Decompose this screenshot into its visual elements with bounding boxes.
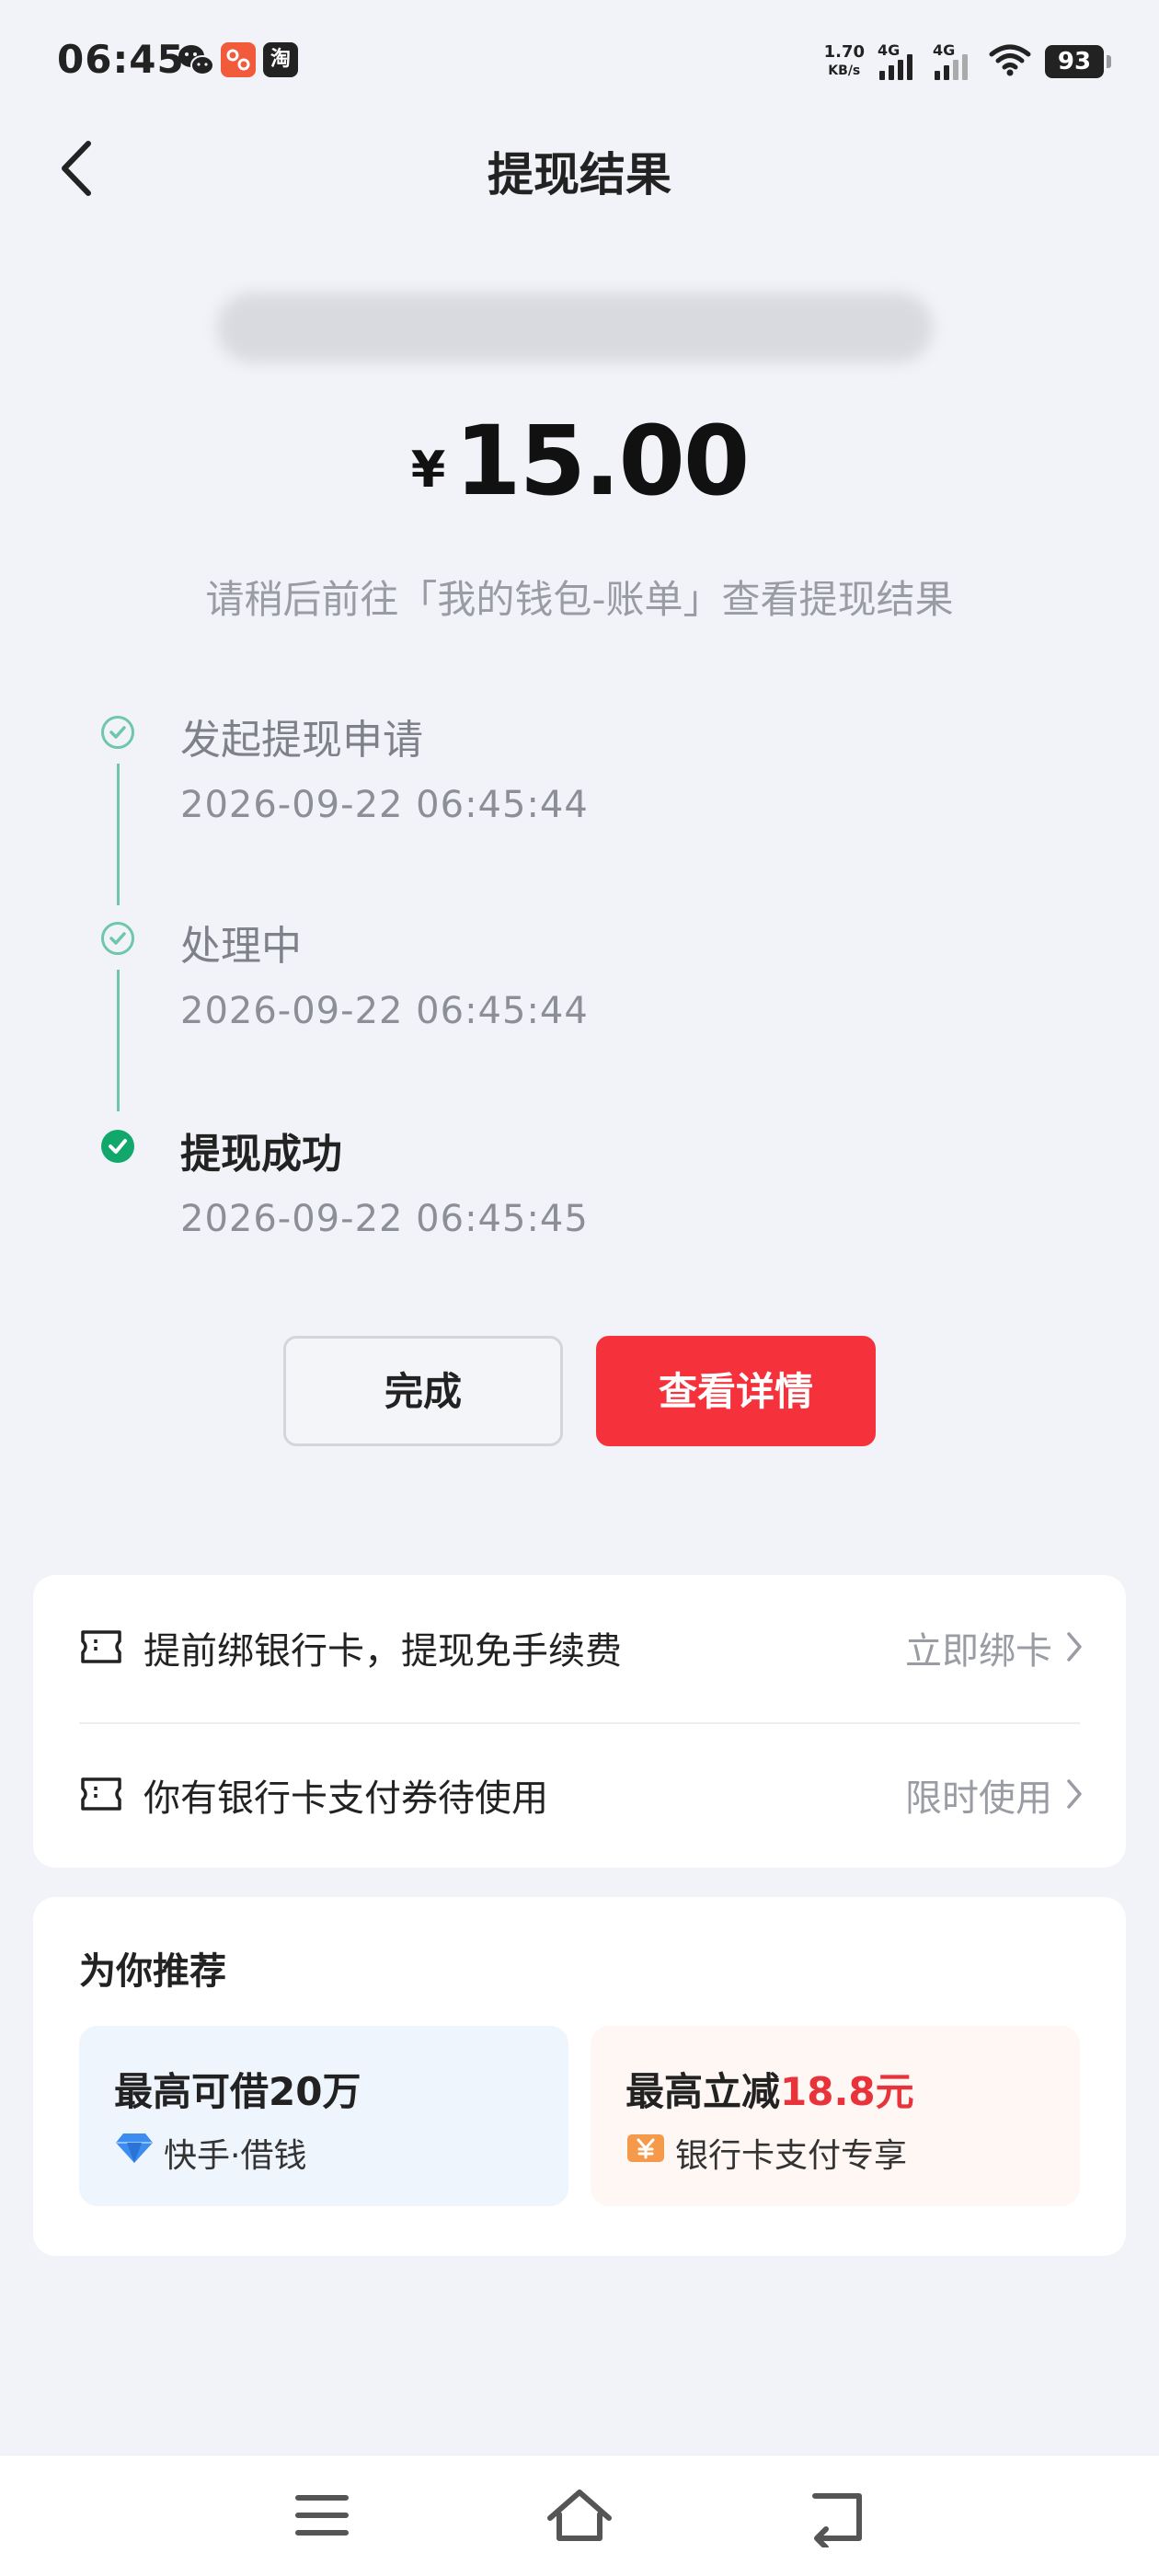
wifi-icon [988, 41, 1032, 82]
result-hint: 请稍后前往「我的钱包-账单」查看提现结果 [205, 577, 954, 622]
check-circle-icon [101, 716, 134, 749]
signal-icon: 4G [933, 41, 975, 80]
status-indicators: 1.70 KB/s 4G 4G 93 [823, 39, 1111, 85]
timeline-step-time: 2026-09-22 06:45:44 [180, 990, 589, 1032]
recommend-card: 为你推荐 最高可借20万 快手·借钱 最高立减18.8元 银行卡支付专享 [33, 1897, 1126, 2256]
offer-text: 你有银行卡支付券待使用 [143, 1777, 548, 1820]
payment-discount-tile[interactable]: 最高立减18.8元 银行卡支付专享 [591, 2026, 1080, 2206]
back-icon[interactable] [800, 2483, 874, 2550]
bind-card-offer-row[interactable]: 提前绑银行卡，提现免手续费 立即绑卡 [33, 1575, 1126, 1724]
app-icon [221, 42, 256, 77]
check-circle-icon [101, 922, 134, 955]
timeline-step-title: 发起提现申请 [180, 717, 423, 764]
yuan-coupon-icon [625, 2131, 666, 2169]
home-icon[interactable] [543, 2483, 616, 2547]
clock: 06:45 [57, 37, 185, 82]
redacted-account-name [217, 293, 933, 362]
ticket-icon [79, 1628, 123, 1669]
system-nav-bar [0, 2455, 1159, 2576]
timeline-step-title: 处理中 [180, 923, 302, 970]
loan-tile[interactable]: 最高可借20万 快手·借钱 [79, 2026, 568, 2206]
chevron-right-icon [1065, 1630, 1084, 1667]
offer-action[interactable]: 限时使用 [905, 1768, 1052, 1822]
wechat-icon [177, 42, 215, 83]
taobao-icon: 淘 [263, 42, 298, 77]
tile-subtitle: 快手·借钱 [164, 2137, 307, 2175]
timeline-step-time: 2026-09-22 06:45:44 [180, 784, 589, 826]
chevron-right-icon [1065, 1777, 1084, 1814]
amount-value: 15.00 [454, 405, 750, 517]
offer-action[interactable]: 立即绑卡 [905, 1621, 1052, 1674]
withdraw-amount: ¥15.00 [0, 405, 1159, 517]
timeline-connector [117, 764, 120, 905]
timeline-step-title: 提现成功 [180, 1131, 342, 1178]
coupon-offer-row[interactable]: 你有银行卡支付券待使用 限时使用 [33, 1722, 1126, 1869]
timeline-step-time: 2026-09-22 06:45:45 [180, 1198, 589, 1240]
offers-card: 提前绑银行卡，提现免手续费 立即绑卡 你有银行卡支付券待使用 限时使用 [33, 1575, 1126, 1868]
check-circle-filled-icon [101, 1130, 134, 1163]
tile-headline: 最高可借20万 [114, 2069, 361, 2114]
currency-symbol: ¥ [410, 441, 446, 499]
page-title: 提现结果 [488, 148, 671, 201]
view-details-button[interactable]: 查看详情 [596, 1336, 876, 1446]
status-bar: 06:45 淘 1.70 KB/s 4G 4G 93 [0, 0, 1159, 129]
recommend-title: 为你推荐 [79, 1950, 226, 1993]
offer-text: 提前绑银行卡，提现免手续费 [143, 1630, 622, 1673]
network-speed: 1.70 KB/s [823, 42, 865, 79]
tile-headline: 最高立减18.8元 [625, 2069, 914, 2114]
menu-icon[interactable] [285, 2483, 359, 2547]
done-button[interactable]: 完成 [283, 1336, 563, 1446]
tile-subtitle: 银行卡支付专享 [675, 2137, 908, 2175]
signal-icon: 4G [878, 41, 920, 80]
timeline-connector [117, 970, 120, 1111]
ticket-icon [79, 1776, 123, 1816]
battery-icon: 93 [1045, 45, 1111, 78]
diamond-icon [114, 2131, 155, 2169]
